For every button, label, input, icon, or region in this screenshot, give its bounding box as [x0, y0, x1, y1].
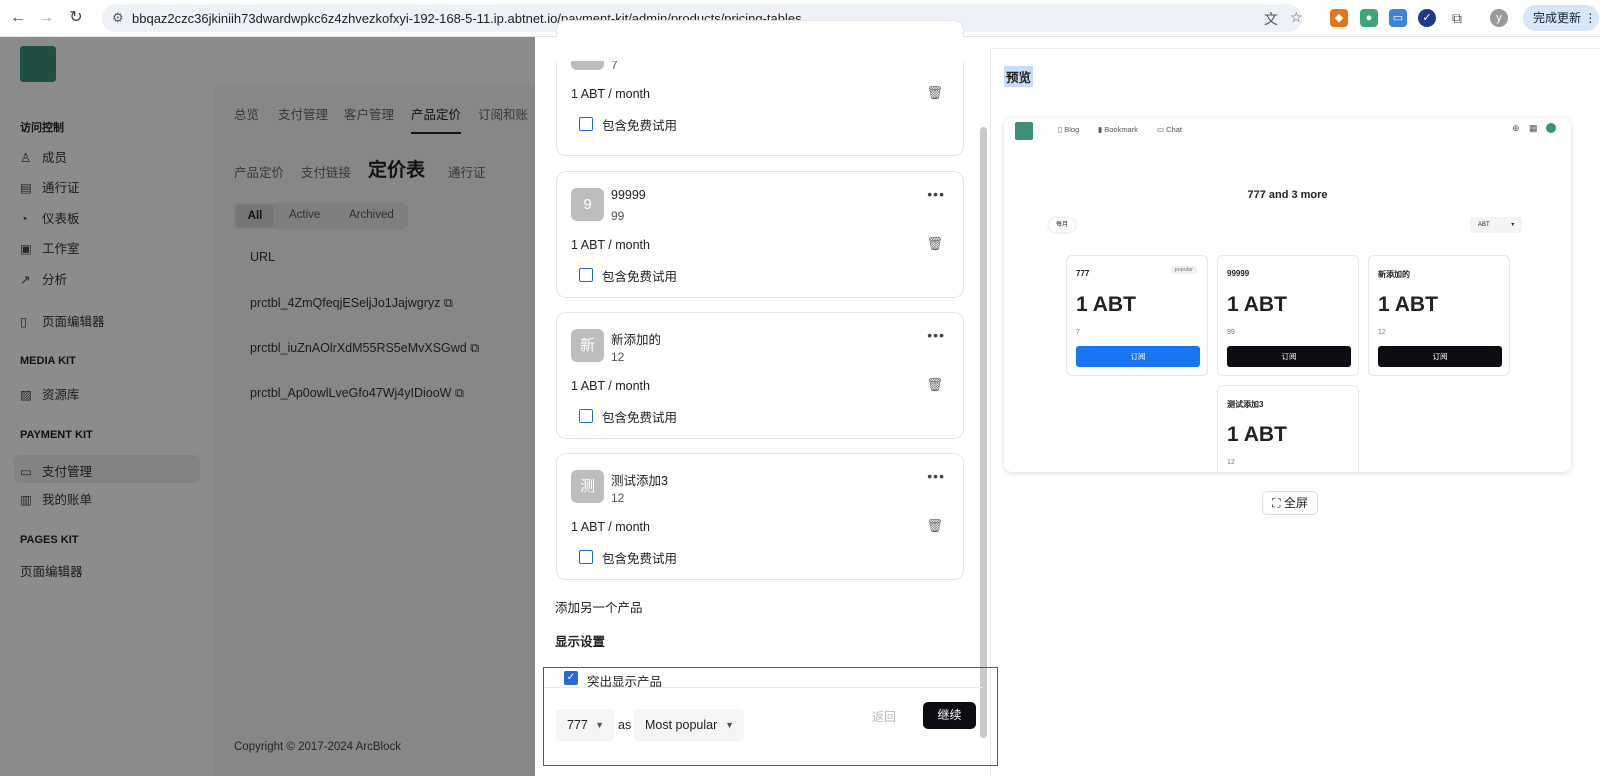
display-settings-heading: 显示设置: [555, 635, 606, 649]
card-price: 1 ABT: [1227, 293, 1287, 316]
globe-icon: ⊕: [1512, 123, 1520, 133]
product-price: 1 ABT / month: [571, 238, 650, 252]
update-button[interactable]: 完成更新 ⋮: [1523, 5, 1599, 31]
card-subtitle: 99: [1227, 329, 1235, 336]
forward-icon[interactable]: →: [36, 8, 56, 28]
back-icon[interactable]: ←: [8, 8, 28, 28]
product-card: 新 新添加的 12 ••• 1 ABT / month 🗑 包含免费试用: [556, 312, 964, 439]
delete-icon[interactable]: 🗑: [926, 85, 943, 101]
free-trial-label: 包含免费试用: [602, 119, 678, 133]
free-trial-label: 包含免费试用: [602, 270, 678, 284]
grid-icon: ▦: [1529, 123, 1538, 133]
product-subtitle: 99: [611, 209, 625, 223]
preview-price-card: 777 popular 1 ABT 7 订阅: [1066, 255, 1208, 376]
product-avatar: 9: [571, 188, 604, 221]
product-subtitle: 12: [611, 350, 625, 364]
annotation-highlight-box: [543, 667, 998, 766]
free-trial-checkbox[interactable]: [579, 409, 593, 423]
product-name: 99999: [611, 188, 646, 202]
more-options-icon[interactable]: •••: [927, 186, 945, 202]
pricing-table-preview: ▯ Blog ▮ Bookmark ▭ Chat ⊕ ▦ 777 and 3 m…: [1004, 118, 1571, 472]
product-price: 1 ABT / month: [571, 379, 650, 393]
card-subtitle: 12: [1227, 459, 1235, 466]
modal-backdrop[interactable]: [0, 37, 535, 776]
preview-logo: [1015, 122, 1033, 140]
card-name: 测试添加3: [1227, 400, 1264, 409]
currency-value: ABT: [1478, 222, 1490, 228]
card-subtitle: 7: [1076, 329, 1080, 336]
product-avatar: 测: [571, 470, 604, 503]
subscribe-button: 订阅: [1227, 346, 1351, 367]
product-name: 新添加的: [611, 333, 662, 347]
add-product-link[interactable]: 添加另一个产品: [555, 597, 643, 616]
card-price: 1 ABT: [1378, 293, 1438, 316]
currency-select: ABT ▾: [1470, 217, 1522, 233]
drawer-scrollbar[interactable]: [980, 127, 987, 738]
free-trial-label: 包含免费试用: [602, 411, 678, 425]
more-options-icon[interactable]: •••: [927, 327, 945, 343]
subscribe-button: 订阅: [1076, 346, 1200, 367]
product-price: 1 ABT / month: [571, 87, 650, 101]
extension-check-icon[interactable]: ✓: [1418, 9, 1436, 27]
card-price: 1 ABT: [1076, 293, 1136, 316]
free-trial-checkbox[interactable]: [579, 268, 593, 282]
preview-nav-bookmark: ▮ Bookmark: [1098, 125, 1138, 134]
product-card: 测 测试添加3 12 ••• 1 ABT / month 🗑 包含免费试用: [556, 453, 964, 580]
drawer-top-mask: [535, 37, 990, 61]
nav-label: Blog: [1064, 125, 1080, 134]
free-trial-label: 包含免费试用: [602, 552, 678, 566]
update-label: 完成更新: [1533, 11, 1582, 25]
preview-price-card: 99999 1 ABT 99 订阅: [1217, 255, 1359, 376]
card-name: 777: [1076, 269, 1090, 278]
profile-avatar[interactable]: y: [1490, 9, 1508, 27]
preview-nav-chat: ▭ Chat: [1157, 125, 1183, 134]
delete-icon[interactable]: 🗑: [926, 518, 943, 534]
fullscreen-label: 全屏: [1283, 496, 1308, 510]
interval-toggle: 每月: [1049, 218, 1075, 232]
reload-icon[interactable]: ↻: [66, 8, 86, 28]
extensions-puzzle-icon[interactable]: ⧉: [1448, 9, 1466, 27]
preview-title: 预览: [1004, 66, 1034, 87]
preview-user-avatar: [1546, 123, 1556, 133]
product-card: 9 99999 99 ••• 1 ABT / month 🗑 包含免费试用: [556, 171, 964, 298]
metamask-extension-icon[interactable]: ◆: [1330, 9, 1348, 27]
preview-price-card: 新添加的 1 ABT 12 订阅: [1368, 255, 1510, 376]
card-name: 99999: [1227, 269, 1250, 278]
subscribe-button: 订阅: [1378, 346, 1502, 367]
preview-price-card: 测试添加3 1 ABT 12: [1217, 385, 1359, 472]
card-name: 新添加的: [1378, 270, 1410, 279]
delete-icon[interactable]: 🗑: [926, 377, 943, 393]
card-price: 1 ABT: [1227, 423, 1287, 446]
site-info-icon[interactable]: ⚙: [112, 10, 124, 26]
preview-heading: 777 and 3 more: [1247, 189, 1328, 201]
product-name: 测试添加3: [611, 474, 668, 488]
caret-down-icon: ▾: [1511, 222, 1515, 228]
extension-icon[interactable]: ●: [1360, 9, 1378, 27]
product-subtitle: 12: [611, 491, 625, 505]
preview-nav-blog: ▯ Blog: [1058, 125, 1080, 134]
nav-label: Chat: [1166, 125, 1183, 134]
free-trial-checkbox[interactable]: [579, 550, 593, 564]
popular-badge: popular: [1170, 266, 1197, 274]
free-trial-checkbox[interactable]: [579, 117, 593, 131]
card-subtitle: 12: [1378, 329, 1386, 336]
fullscreen-button[interactable]: ⛶ 全屏: [1262, 491, 1318, 515]
nav-label: Bookmark: [1104, 125, 1138, 134]
product-avatar: 新: [571, 329, 604, 362]
more-options-icon[interactable]: •••: [927, 468, 945, 484]
product-price: 1 ABT / month: [571, 520, 650, 534]
fullscreen-icon: ⛶: [1272, 496, 1281, 510]
extension-window-icon[interactable]: ▭: [1389, 9, 1407, 27]
translate-icon[interactable]: ⽂: [1264, 9, 1278, 29]
bookmark-star-icon[interactable]: ☆: [1290, 9, 1303, 26]
delete-icon[interactable]: 🗑: [926, 236, 943, 252]
